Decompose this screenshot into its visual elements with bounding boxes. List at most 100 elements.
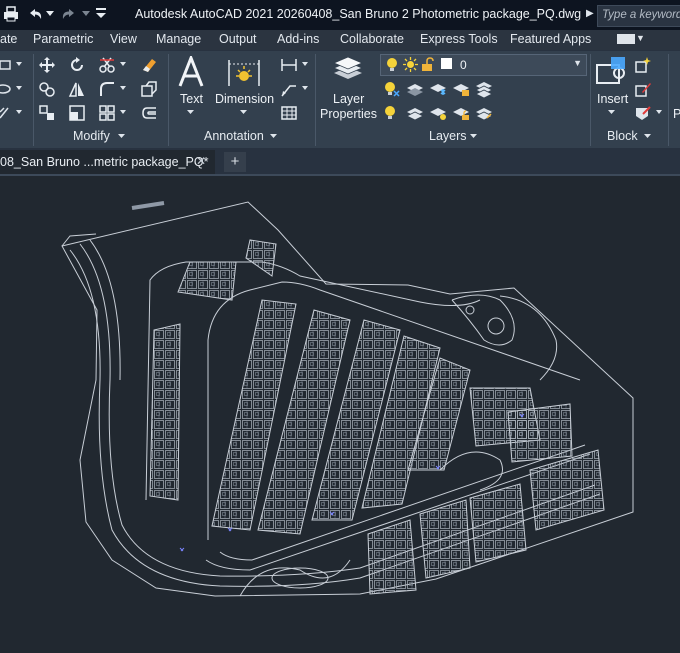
- panel-separator: [668, 54, 669, 146]
- search-box[interactable]: Type a keyword or: [597, 5, 680, 27]
- hatch-icon[interactable]: [0, 106, 14, 120]
- layer-thaw-all-icon[interactable]: [429, 104, 447, 122]
- layer-dropdown[interactable]: 0 ▼: [380, 54, 587, 76]
- tab-featured-apps[interactable]: Featured Apps: [510, 32, 591, 46]
- stretch-icon[interactable]: [38, 104, 56, 122]
- tab-add-ins[interactable]: Add-ins: [277, 32, 319, 46]
- text-dropdown-icon[interactable]: [187, 110, 194, 115]
- drawing-canvas[interactable]: [0, 176, 680, 650]
- explode-icon[interactable]: [140, 80, 158, 98]
- layer-unisolate-icon[interactable]: [406, 104, 424, 122]
- fillet-dropdown-icon[interactable]: [120, 86, 126, 91]
- close-icon[interactable]: ✕: [196, 154, 206, 168]
- annotation-panel-dropdown-icon[interactable]: [270, 134, 277, 139]
- draw-dropdown-icon-3[interactable]: [16, 110, 22, 115]
- building-block: [469, 483, 527, 563]
- ellipse-icon[interactable]: [0, 82, 14, 96]
- document-tab-label[interactable]: 08_San Bruno ...metric package_PQ*: [0, 155, 208, 169]
- layer-freeze-icon[interactable]: [429, 80, 447, 98]
- layer-make-current-icon[interactable]: [475, 80, 493, 98]
- building-block: [149, 323, 181, 501]
- properties-panel-label-partial[interactable]: P: [673, 107, 680, 121]
- leader-icon[interactable]: [280, 80, 298, 98]
- tab-collaborate[interactable]: Collaborate: [340, 32, 404, 46]
- table-icon[interactable]: [280, 104, 298, 122]
- tab-express-tools[interactable]: Express Tools: [420, 32, 498, 46]
- edit-attributes-icon[interactable]: [634, 104, 652, 122]
- tab-annotate[interactable]: ate: [0, 32, 17, 46]
- layer-unlock-all-icon[interactable]: [452, 104, 470, 122]
- rectangle-icon[interactable]: [0, 58, 14, 72]
- edit-attributes-dropdown-icon[interactable]: [656, 110, 662, 115]
- layer-off-icon[interactable]: [383, 80, 401, 98]
- draw-dropdown-icon-2[interactable]: [16, 86, 22, 91]
- annotation-panel-label[interactable]: Annotation: [204, 129, 264, 143]
- redo-dropdown-icon[interactable]: [82, 11, 90, 17]
- scale-icon[interactable]: [68, 104, 86, 122]
- redo-icon[interactable]: [60, 5, 78, 23]
- block-panel-label[interactable]: Block: [607, 129, 638, 143]
- trim-dropdown-icon[interactable]: [120, 62, 126, 67]
- modify-panel-label[interactable]: Modify: [73, 129, 110, 143]
- ribbon-minimize-dropdown-icon[interactable]: ▼: [636, 33, 645, 43]
- panel-separator: [315, 54, 316, 146]
- rotate-icon[interactable]: [68, 56, 86, 74]
- copy-icon[interactable]: [38, 80, 56, 98]
- dimension-button-label[interactable]: Dimension: [215, 92, 274, 106]
- layer-match-icon[interactable]: [475, 104, 493, 122]
- site-plan-drawing: [61, 201, 634, 597]
- tab-view[interactable]: View: [110, 32, 137, 46]
- erase-icon[interactable]: [140, 56, 158, 74]
- draw-dropdown-icon[interactable]: [16, 62, 22, 67]
- tab-parametric[interactable]: Parametric: [33, 32, 93, 46]
- building-block: [507, 403, 573, 463]
- building-block: [245, 239, 277, 277]
- undo-icon[interactable]: [26, 5, 44, 23]
- new-tab-button[interactable]: +: [224, 152, 246, 172]
- layer-isolate-icon[interactable]: [406, 80, 424, 98]
- lot-line: [61, 233, 97, 247]
- ribbon-minimize-button[interactable]: [617, 34, 635, 44]
- array-dropdown-icon[interactable]: [120, 110, 126, 115]
- insert-block-icon[interactable]: [595, 55, 629, 87]
- quick-access-customize-icon[interactable]: [96, 8, 106, 20]
- layer-lock-icon[interactable]: [452, 80, 470, 98]
- search-expand-icon[interactable]: ▶: [586, 8, 594, 19]
- layer-dropdown-arrow-icon[interactable]: ▼: [573, 58, 582, 68]
- insert-button-label[interactable]: Insert: [597, 92, 628, 106]
- insert-dropdown-icon[interactable]: [608, 110, 615, 115]
- undo-dropdown-icon[interactable]: [46, 11, 54, 17]
- array-icon[interactable]: [98, 104, 116, 122]
- dimension-dropdown-icon[interactable]: [240, 110, 247, 115]
- leader-dropdown-icon[interactable]: [302, 86, 308, 91]
- move-icon[interactable]: [38, 56, 56, 74]
- tab-output[interactable]: Output: [219, 32, 257, 46]
- linear-dimension-icon[interactable]: [280, 56, 298, 74]
- layer-properties-icon[interactable]: [331, 55, 365, 85]
- layers-panel-label[interactable]: Layers: [429, 129, 467, 143]
- block-panel-dropdown-icon[interactable]: [644, 134, 651, 139]
- text-button-label[interactable]: Text: [180, 92, 203, 106]
- offset-icon[interactable]: [140, 104, 158, 122]
- text-icon[interactable]: [177, 56, 205, 88]
- document-tab-active[interactable]: 08_San Bruno ...metric package_PQ* ✕: [0, 150, 215, 175]
- park-path: [451, 294, 515, 346]
- search-input[interactable]: Type a keyword or: [602, 9, 680, 21]
- panel-separator: [33, 54, 34, 146]
- trim-icon[interactable]: [98, 56, 116, 74]
- fillet-icon[interactable]: [98, 80, 116, 98]
- tab-manage[interactable]: Manage: [156, 32, 201, 46]
- edit-block-icon[interactable]: [634, 80, 652, 98]
- layer-properties-label-1[interactable]: Layer: [333, 92, 364, 106]
- create-block-icon[interactable]: [634, 56, 652, 74]
- mirror-icon[interactable]: [68, 80, 86, 98]
- modify-panel-dropdown-icon[interactable]: [118, 134, 125, 139]
- plot-printer-icon[interactable]: [2, 5, 20, 23]
- current-layer-name: 0: [460, 58, 467, 72]
- layer-properties-label-2[interactable]: Properties: [320, 107, 377, 121]
- layers-panel-dropdown-icon[interactable]: [470, 134, 477, 139]
- building-block: [529, 449, 605, 531]
- layer-on-all-icon[interactable]: [383, 104, 401, 122]
- linear-dimension-dropdown-icon[interactable]: [302, 62, 308, 67]
- dimension-icon[interactable]: [227, 56, 261, 88]
